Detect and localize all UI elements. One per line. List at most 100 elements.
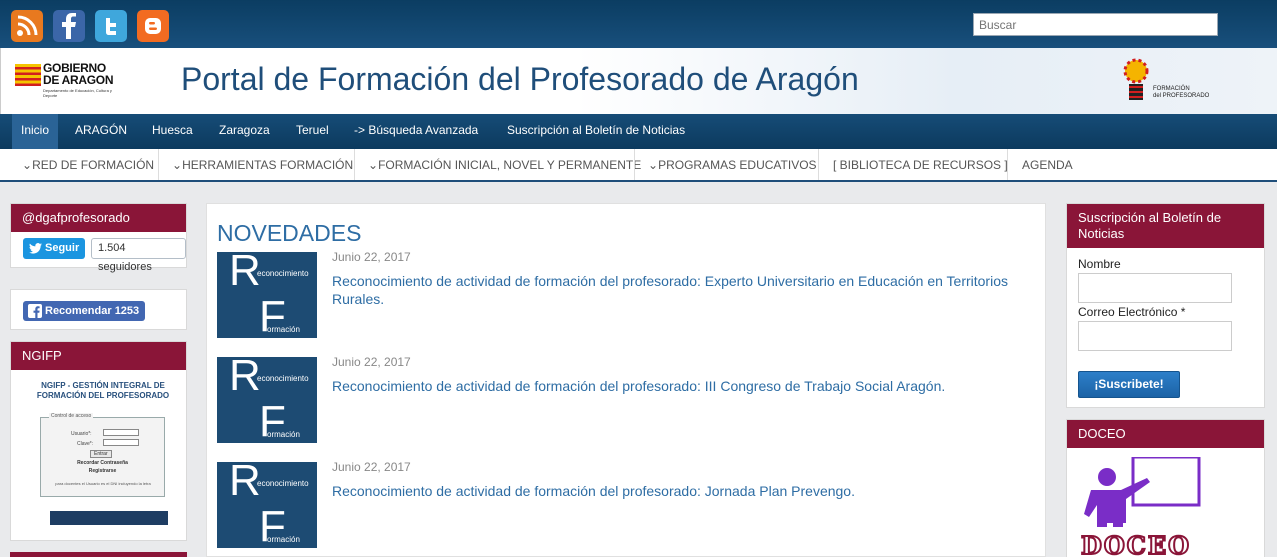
facebook-recommend-button[interactable]: Recomendar 1253 — [23, 301, 146, 321]
nav-busqueda-avanzada[interactable]: -> Búsqueda Avanzada — [354, 114, 478, 149]
news-post: R econocimiento F ormación Junio 22, 201… — [217, 250, 1037, 342]
fp-line1: FORMACIÓN — [1153, 86, 1190, 92]
post-title-link[interactable]: Reconocimiento de actividad de formación… — [332, 377, 1012, 395]
twitter-panel: @dgafprofesorado Seguir 1.504 seguidores — [10, 203, 187, 273]
blogger-icon[interactable] — [137, 10, 169, 42]
nav-divider — [634, 149, 635, 180]
thumb-letter: R — [229, 357, 261, 400]
thumb-word: econocimiento — [257, 374, 309, 383]
aragon-flag-icon — [15, 64, 41, 86]
section-title: NOVEDADES — [217, 220, 362, 246]
post-date: Junio 22, 2017 — [332, 460, 411, 474]
main-content: NOVEDADES R econocimiento F ormación Jun… — [206, 203, 1046, 557]
thumb-word: ormación — [267, 535, 300, 544]
newsletter-panel: Suscripción al Boletín de Noticias Nombr… — [1066, 203, 1265, 408]
twitter-panel-title: @dgafprofesorado — [11, 204, 186, 232]
news-post: R econocimiento F ormación Junio 22, 201… — [217, 355, 1037, 447]
post-title-link[interactable]: Reconocimiento de actividad de formación… — [332, 482, 1012, 500]
nav-divider — [158, 149, 159, 180]
post-date: Junio 22, 2017 — [332, 250, 411, 264]
doceo-logo-text: DOCEO — [1080, 530, 1192, 557]
thumb-word: econocimiento — [257, 479, 309, 488]
email-field[interactable] — [1078, 321, 1232, 351]
site-banner: GOBIERNO DE ARAGON Departamento de Educa… — [0, 48, 1277, 114]
nav-red-formacion[interactable]: ⌄RED DE FORMACIÓN — [22, 149, 154, 182]
facebook-panel: Recomendar 1253 — [10, 289, 187, 330]
nav-divider — [354, 149, 355, 180]
chevron-down-icon: ⌄ — [172, 158, 183, 172]
logo-line2: DE ARAGON — [43, 73, 114, 87]
thumb-word: ormación — [267, 325, 300, 334]
post-date: Junio 22, 2017 — [332, 355, 411, 369]
ngifp-login-image[interactable]: NGIFP - GESTIÓN INTEGRAL DE FORMACIÓN DE… — [21, 377, 185, 525]
ngifp-note: para docentes el Usuario es el DNI inclu… — [55, 481, 151, 486]
facebook-recommend-label: Recomendar 1253 — [45, 305, 140, 317]
nav-huesca[interactable]: Huesca — [152, 114, 193, 149]
thumb-letter: R — [229, 252, 261, 295]
post-thumbnail[interactable]: R econocimiento F ormación — [217, 462, 317, 548]
email-label: Correo Electrónico * — [1078, 305, 1186, 319]
formacion-logo-icon — [1123, 58, 1149, 100]
rss-icon[interactable] — [11, 10, 43, 42]
ngifp-pass-field — [103, 439, 139, 446]
twitter-bird-icon — [29, 243, 42, 254]
site-title: Portal de Formación del Profesorado de A… — [181, 61, 859, 97]
post-thumbnail[interactable]: R econocimiento F ormación — [217, 357, 317, 443]
ngifp-user-field — [103, 429, 139, 436]
secondary-nav: ⌄RED DE FORMACIÓN ⌄HERRAMIENTAS FORMACIÓ… — [0, 149, 1277, 182]
doceo-banner-image[interactable]: DOCEO — [1077, 457, 1253, 557]
gobierno-aragon-logo[interactable]: GOBIERNO DE ARAGON Departamento de Educa… — [15, 62, 125, 102]
nav-programas[interactable]: ⌄PROGRAMAS EDUCATIVOS — [648, 149, 817, 182]
logo-subtitle: Departamento de Educación, Cultura y Dep… — [43, 88, 112, 98]
subscribe-button[interactable]: ¡Suscribete! — [1078, 371, 1180, 398]
thumb-letter: R — [229, 462, 261, 505]
twitter-follow-button[interactable]: Seguir — [23, 238, 85, 259]
fp-line2: del PROFESORADO — [1153, 93, 1210, 99]
ngifp-register-link: Registrarse — [88, 468, 117, 474]
thumb-word: ormación — [267, 430, 300, 439]
twitter-icon[interactable] — [95, 10, 127, 42]
doceo-panel: DOCEO DOCEO — [1066, 419, 1265, 557]
nav-inicio[interactable]: Inicio — [12, 114, 59, 149]
nav-divider — [818, 149, 819, 180]
nav-teruel[interactable]: Teruel — [296, 114, 329, 149]
facebook-icon[interactable] — [53, 10, 85, 42]
search-input[interactable] — [973, 13, 1218, 36]
post-title-link[interactable]: Reconocimiento de actividad de formación… — [332, 272, 1012, 308]
ngifp-enter-button: Entrar — [90, 450, 112, 458]
twitter-follow-label: Seguir — [45, 242, 80, 254]
ngifp-pass-label: Clave*: — [77, 441, 94, 447]
post-thumbnail[interactable]: R econocimiento F ormación — [217, 252, 317, 338]
name-label: Nombre — [1078, 257, 1121, 271]
ngifp-login-box: Control de acceso Usuario*: Clave*: Entr… — [40, 413, 165, 497]
twitter-followers-count[interactable]: 1.504 seguidores — [91, 238, 186, 273]
ngifp-image-title: NGIFP - GESTIÓN INTEGRAL DE FORMACIÓN DE… — [36, 381, 170, 400]
thumb-word: econocimiento — [257, 269, 309, 278]
ngifp-panel: NGIFP NGIFP - GESTIÓN INTEGRAL DE FORMAC… — [10, 341, 187, 541]
ngifp-user-label: Usuario*: — [71, 431, 92, 437]
nav-agenda[interactable]: AGENDA — [1022, 149, 1073, 182]
nav-divider — [1007, 149, 1008, 180]
nav-herramientas[interactable]: ⌄HERRAMIENTAS FORMACIÓN — [172, 149, 353, 182]
chevron-down-icon: ⌄ — [648, 158, 659, 172]
nav-formacion-inicial[interactable]: ⌄FORMACIÓN INICIAL, NOVEL Y PERMANENTE — [368, 149, 641, 182]
facebook-f-icon — [28, 304, 42, 318]
formacion-profesorado-logo[interactable]: FORMACIÓN del PROFESORADO — [1121, 56, 1221, 110]
nav-aragon[interactable]: ARAGÓN — [75, 114, 127, 149]
ngifp-panel-title: NGIFP — [11, 342, 186, 370]
ngifp-footer-bar — [50, 511, 168, 525]
news-post: R econocimiento F ormación Junio 22, 201… — [217, 460, 1037, 552]
chevron-down-icon: ⌄ — [368, 158, 379, 172]
top-bar — [0, 0, 1277, 48]
newsletter-title: Suscripción al Boletín de Noticias — [1067, 204, 1264, 248]
next-panel-header — [10, 552, 187, 557]
nav-biblioteca[interactable]: [ BIBLIOTECA DE RECURSOS ] — [833, 149, 1008, 182]
nav-suscripcion[interactable]: Suscripción al Boletín de Noticias — [507, 114, 685, 149]
chevron-down-icon: ⌄ — [22, 158, 33, 172]
ngifp-recover-link: Recordar Contraseña — [77, 460, 128, 466]
nav-zaragoza[interactable]: Zaragoza — [219, 114, 270, 149]
name-field[interactable] — [1078, 273, 1232, 303]
doceo-title: DOCEO — [1067, 420, 1264, 448]
primary-nav: Inicio ARAGÓN Huesca Zaragoza Teruel -> … — [0, 114, 1277, 149]
ngifp-box-legend: Control de acceso — [49, 413, 94, 419]
